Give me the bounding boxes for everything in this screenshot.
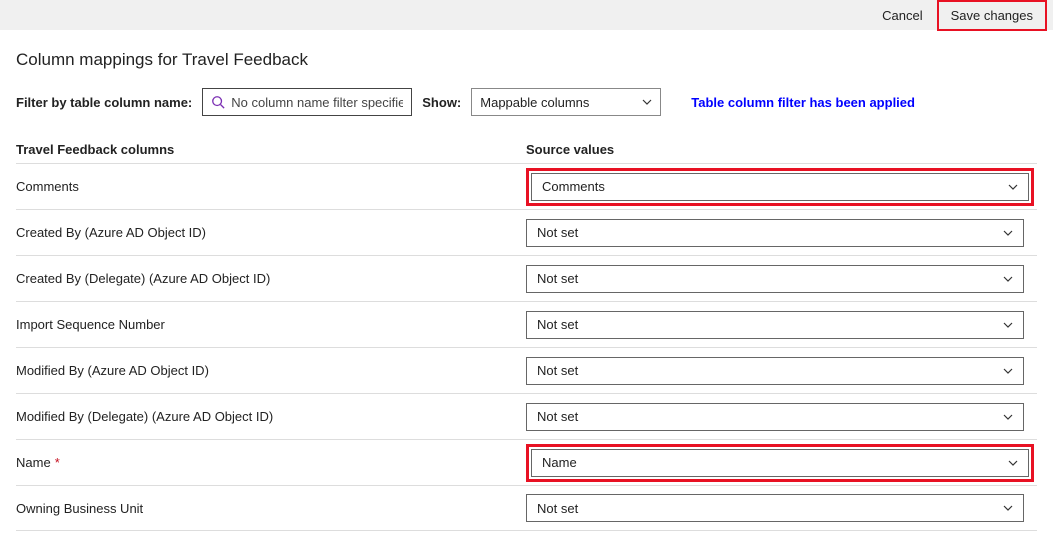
column-name-label: Name bbox=[16, 455, 51, 470]
table-row: Modified By (Azure AD Object ID) Not set bbox=[16, 347, 1037, 393]
source-value-cell: Not set bbox=[526, 357, 1037, 385]
filter-input[interactable] bbox=[231, 95, 403, 110]
source-value-select[interactable]: Name bbox=[531, 449, 1029, 477]
source-value-text: Not set bbox=[537, 225, 578, 240]
source-value-select[interactable]: Comments bbox=[531, 173, 1029, 201]
column-name-label: Modified By (Delegate) (Azure AD Object … bbox=[16, 409, 273, 424]
source-value-cell: Name bbox=[526, 444, 1037, 482]
grid-rows: Comments Comments Created By (Azure AD Obj… bbox=[16, 163, 1037, 531]
source-value-cell: Not set bbox=[526, 265, 1037, 293]
table-row: Comments Comments bbox=[16, 163, 1037, 209]
source-value-text: Not set bbox=[537, 501, 578, 516]
grid-header: Travel Feedback columns Source values bbox=[16, 136, 1037, 163]
highlight-box: Comments bbox=[526, 168, 1034, 206]
column-name-cell: Import Sequence Number bbox=[16, 317, 526, 332]
highlight-save: Save changes bbox=[937, 0, 1047, 31]
source-value-text: Comments bbox=[542, 179, 605, 194]
topbar: Cancel Save changes bbox=[0, 0, 1053, 30]
filter-input-wrap[interactable] bbox=[202, 88, 412, 116]
chevron-down-icon bbox=[1008, 458, 1018, 468]
show-label: Show: bbox=[422, 95, 461, 110]
filter-applied-msg: Table column filter has been applied bbox=[691, 95, 915, 110]
table-row: Import Sequence Number Not set bbox=[16, 301, 1037, 347]
page-body: Column mappings for Travel Feedback Filt… bbox=[0, 30, 1053, 541]
search-icon bbox=[211, 95, 225, 109]
chevron-down-icon bbox=[1003, 228, 1013, 238]
column-name-cell: Name * bbox=[16, 455, 526, 470]
chevron-down-icon bbox=[1003, 274, 1013, 284]
show-select-value: Mappable columns bbox=[480, 95, 589, 110]
table-row: Created By (Delegate) (Azure AD Object I… bbox=[16, 255, 1037, 301]
source-value-select[interactable]: Not set bbox=[526, 219, 1024, 247]
source-value-select[interactable]: Not set bbox=[526, 403, 1024, 431]
source-value-text: Name bbox=[542, 455, 577, 470]
column-name-label: Owning Business Unit bbox=[16, 501, 143, 516]
table-row: Modified By (Delegate) (Azure AD Object … bbox=[16, 393, 1037, 439]
source-value-cell: Not set bbox=[526, 403, 1037, 431]
source-value-cell: Comments bbox=[526, 168, 1037, 206]
column-name-label: Import Sequence Number bbox=[16, 317, 165, 332]
column-name-label: Created By (Delegate) (Azure AD Object I… bbox=[16, 271, 270, 286]
column-name-cell: Owning Business Unit bbox=[16, 501, 526, 516]
chevron-down-icon bbox=[1008, 182, 1018, 192]
table-row: Owning Business Unit Not set bbox=[16, 485, 1037, 531]
column-name-cell: Modified By (Delegate) (Azure AD Object … bbox=[16, 409, 526, 424]
column-name-label: Modified By (Azure AD Object ID) bbox=[16, 363, 209, 378]
show-select[interactable]: Mappable columns bbox=[471, 88, 661, 116]
highlight-box: Name bbox=[526, 444, 1034, 482]
source-value-select[interactable]: Not set bbox=[526, 357, 1024, 385]
chevron-down-icon bbox=[1003, 503, 1013, 513]
save-changes-button[interactable]: Save changes bbox=[943, 4, 1041, 27]
filter-row: Filter by table column name: Show: Mappa… bbox=[16, 88, 1037, 116]
grid-header-right: Source values bbox=[526, 142, 1037, 157]
cancel-button[interactable]: Cancel bbox=[874, 4, 930, 27]
required-indicator: * bbox=[55, 455, 60, 470]
source-value-select[interactable]: Not set bbox=[526, 494, 1024, 522]
column-name-cell: Created By (Azure AD Object ID) bbox=[16, 225, 526, 240]
source-value-cell: Not set bbox=[526, 219, 1037, 247]
source-value-select[interactable]: Not set bbox=[526, 265, 1024, 293]
filter-label: Filter by table column name: bbox=[16, 95, 192, 110]
source-value-text: Not set bbox=[537, 363, 578, 378]
column-name-cell: Comments bbox=[16, 179, 526, 194]
chevron-down-icon bbox=[1003, 412, 1013, 422]
source-value-select[interactable]: Not set bbox=[526, 311, 1024, 339]
source-value-text: Not set bbox=[537, 409, 578, 424]
column-name-cell: Modified By (Azure AD Object ID) bbox=[16, 363, 526, 378]
source-value-text: Not set bbox=[537, 271, 578, 286]
chevron-down-icon bbox=[1003, 320, 1013, 330]
chevron-down-icon bbox=[642, 97, 652, 107]
page-title: Column mappings for Travel Feedback bbox=[16, 50, 1037, 70]
grid-header-left: Travel Feedback columns bbox=[16, 142, 526, 157]
source-value-text: Not set bbox=[537, 317, 578, 332]
source-value-cell: Not set bbox=[526, 494, 1037, 522]
table-row: Created By (Azure AD Object ID) Not set bbox=[16, 209, 1037, 255]
source-value-cell: Not set bbox=[526, 311, 1037, 339]
chevron-down-icon bbox=[1003, 366, 1013, 376]
column-name-label: Comments bbox=[16, 179, 79, 194]
column-name-cell: Created By (Delegate) (Azure AD Object I… bbox=[16, 271, 526, 286]
column-name-label: Created By (Azure AD Object ID) bbox=[16, 225, 206, 240]
table-row: Name * Name bbox=[16, 439, 1037, 485]
